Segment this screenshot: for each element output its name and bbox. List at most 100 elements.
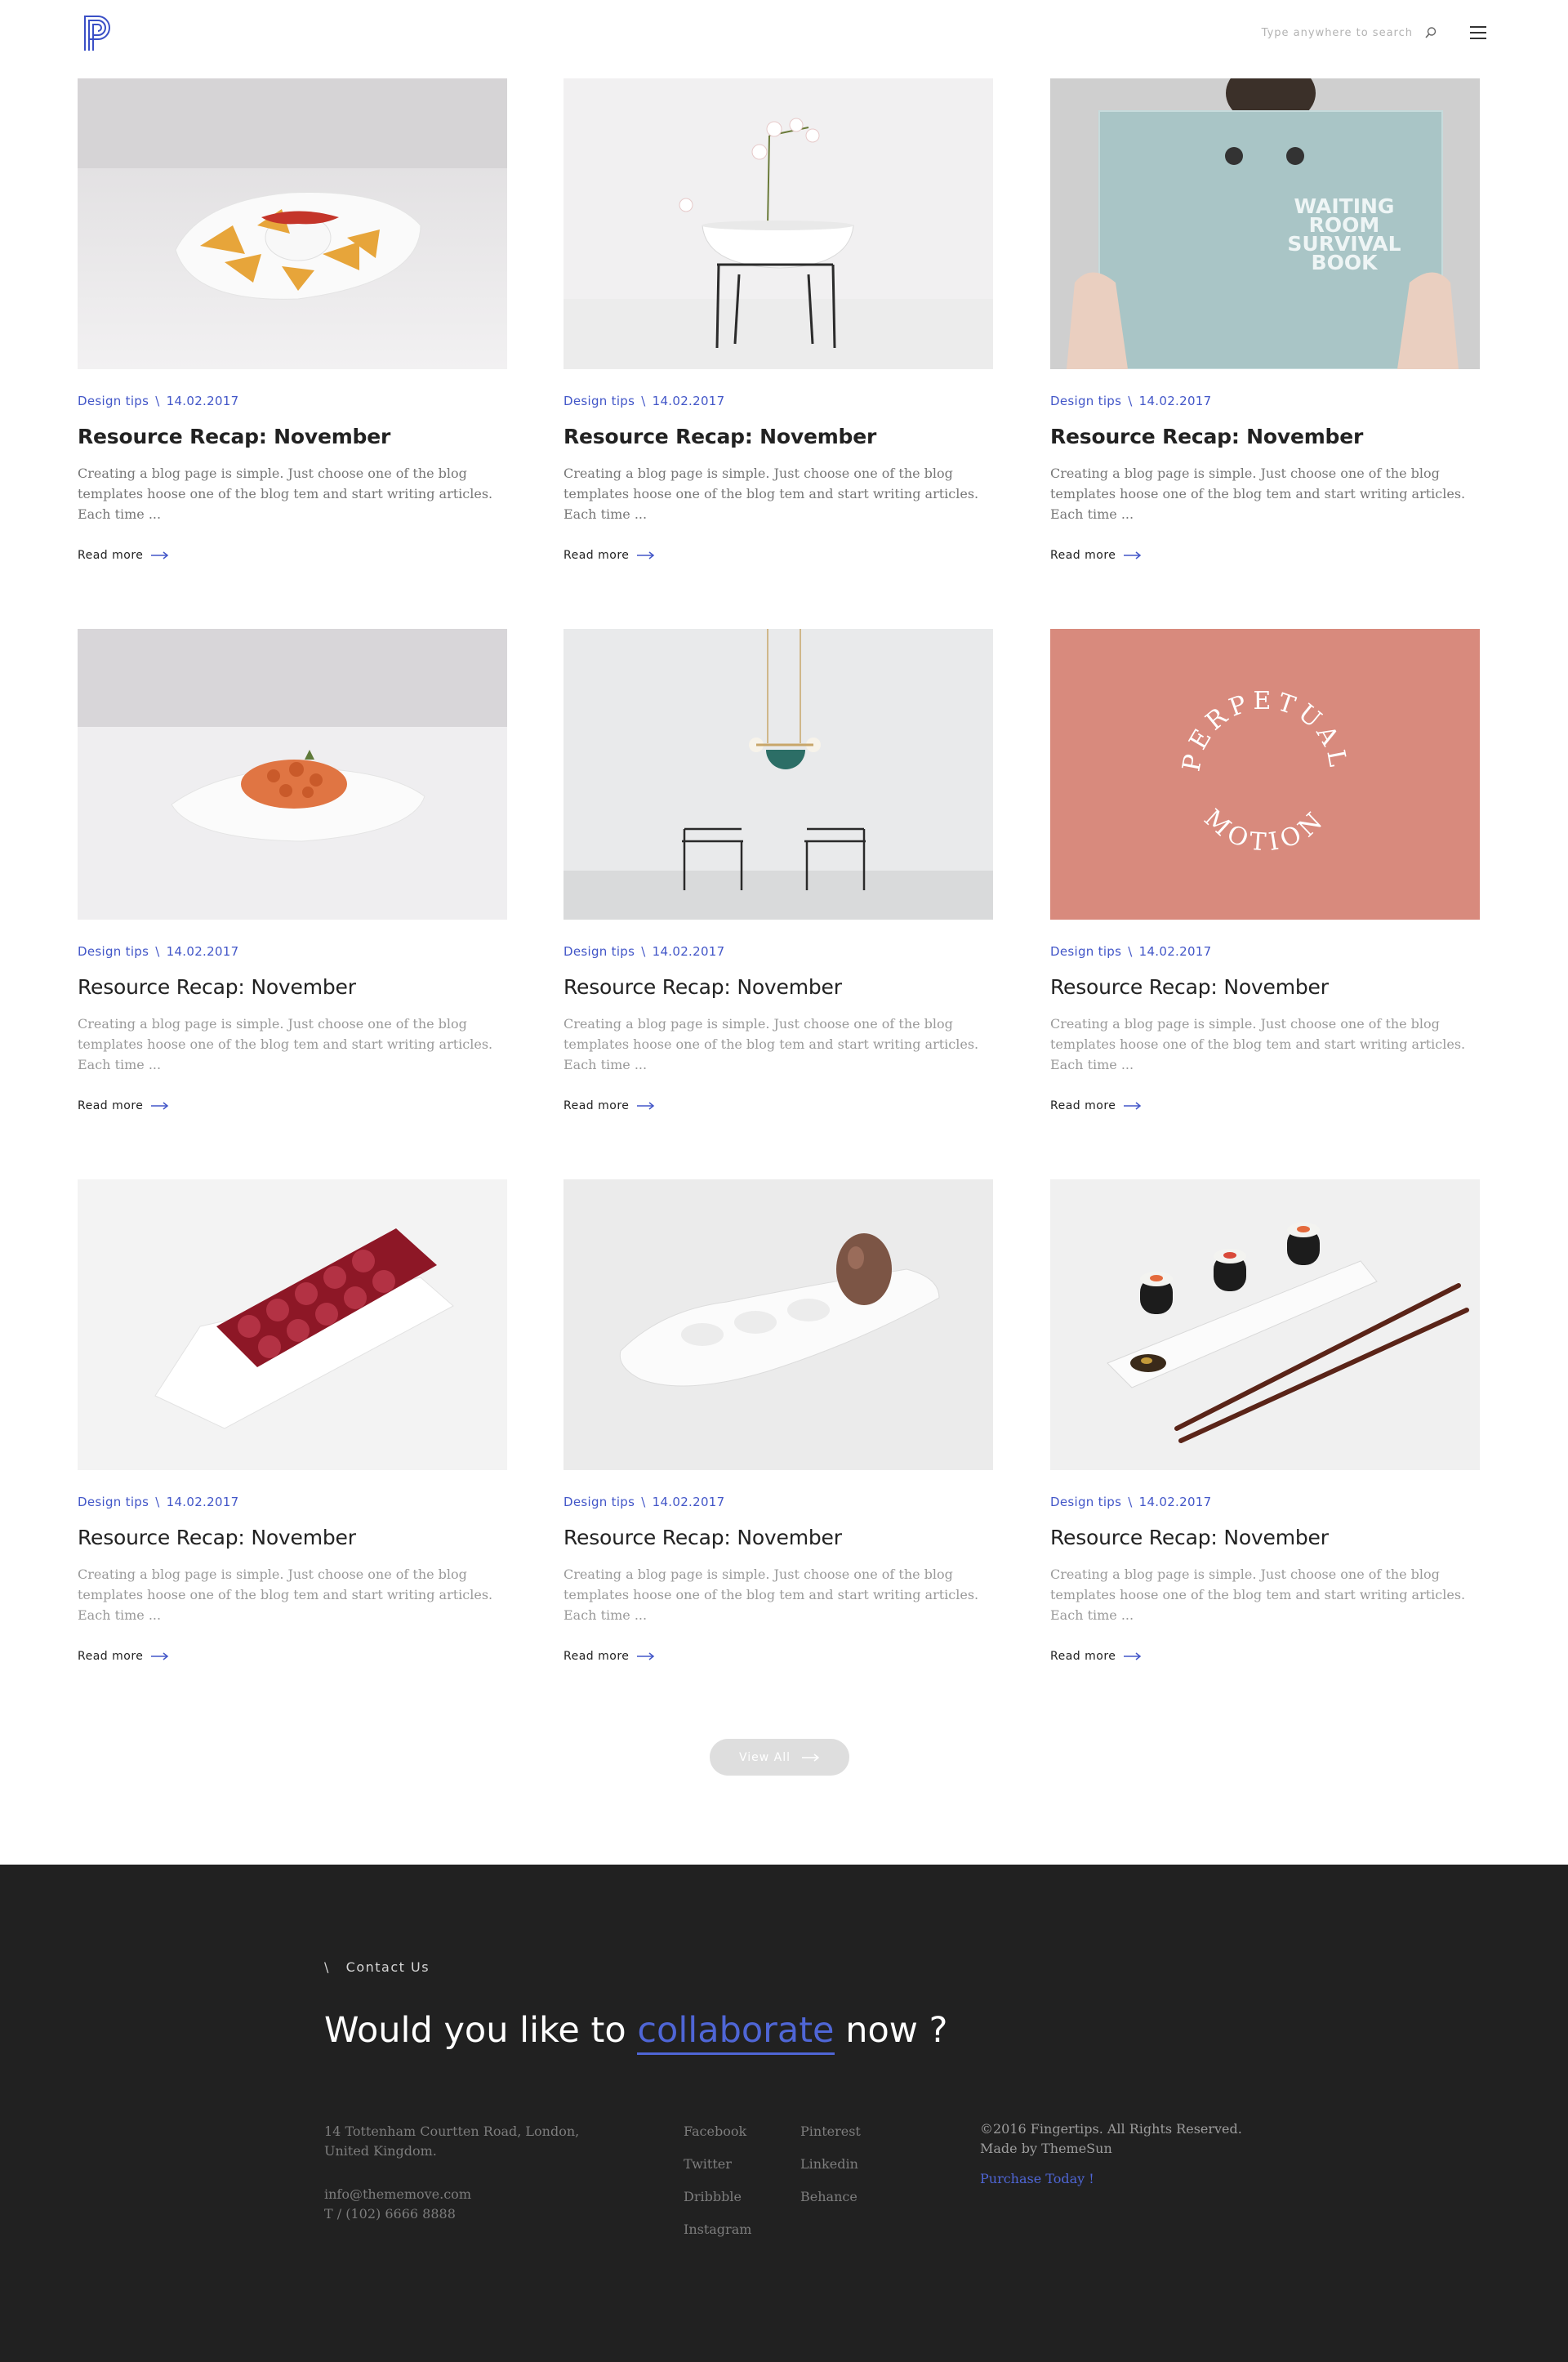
blog-card-image[interactable] xyxy=(78,1179,507,1470)
blog-card-image[interactable] xyxy=(78,629,507,920)
blog-card-category[interactable]: Design tips xyxy=(1050,944,1121,959)
read-more-label: Read more xyxy=(78,1099,144,1112)
meta-separator: \ xyxy=(155,394,160,408)
blog-card-image[interactable] xyxy=(564,629,993,920)
blog-card-date: 14.02.2017 xyxy=(652,944,725,959)
search-input[interactable] xyxy=(1225,26,1413,39)
read-more-label: Read more xyxy=(564,1099,630,1112)
social-links-right: Pinterest Linkedin Behance xyxy=(800,2122,861,2207)
blog-card-excerpt: Creating a blog page is simple. Just cho… xyxy=(564,466,979,522)
blog-card-date: 14.02.2017 xyxy=(652,394,725,408)
social-link-behance[interactable]: Behance xyxy=(800,2187,861,2207)
arrow-right-icon xyxy=(637,551,655,559)
contact-us-label: \ Contact Us xyxy=(324,1959,430,1975)
blog-card: Design tips \ 14.02.2017 Resource Recap:… xyxy=(564,78,993,563)
blog-card-title[interactable]: Resource Recap: November xyxy=(78,1526,507,1549)
blog-card-excerpt: Creating a blog page is simple. Just cho… xyxy=(564,1566,979,1623)
read-more-link[interactable]: Read more xyxy=(1050,1099,1142,1112)
brand-logo[interactable] xyxy=(82,13,113,52)
blog-card-title[interactable]: Resource Recap: November xyxy=(78,975,507,999)
read-more-label: Read more xyxy=(78,1650,144,1663)
social-link-linkedin[interactable]: Linkedin xyxy=(800,2155,861,2174)
footer-contact: info@thememove.com T / (102) 6666 8888 xyxy=(324,2185,471,2224)
blog-card-image[interactable] xyxy=(564,78,993,369)
blog-card: Design tips \ 14.02.2017 Resource Recap:… xyxy=(78,629,507,1113)
headline-text-after: now ? xyxy=(845,2010,948,2051)
meta-separator: \ xyxy=(155,1495,160,1509)
social-link-instagram[interactable]: Instagram xyxy=(684,2220,751,2239)
blog-card-image[interactable] xyxy=(78,78,507,369)
arrow-right-icon xyxy=(1124,1652,1142,1660)
arrow-right-icon xyxy=(802,1753,820,1762)
made-by-text: Made by ThemeSun xyxy=(980,2141,1112,2156)
blog-card-date: 14.02.2017 xyxy=(652,1495,725,1509)
meta-separator: \ xyxy=(1128,394,1133,408)
social-link-dribbble[interactable]: Dribbble xyxy=(684,2187,751,2207)
blog-card-date: 14.02.2017 xyxy=(166,394,239,408)
blog-card-category[interactable]: Design tips xyxy=(564,394,635,408)
read-more-label: Read more xyxy=(564,1650,630,1663)
blog-card: WAITING ROOM SURVIVAL BOOK Design tips \ 14… xyxy=(1050,78,1480,563)
blog-card-category[interactable]: Design tips xyxy=(78,1495,149,1509)
headline-text-before: Would you like to xyxy=(324,2010,626,2051)
blog-card: Design tips \ 14.02.2017 Resource Recap:… xyxy=(78,1179,507,1664)
blog-card-meta: Design tips \ 14.02.2017 xyxy=(564,944,993,959)
read-more-link[interactable]: Read more xyxy=(1050,1650,1142,1663)
read-more-link[interactable]: Read more xyxy=(78,1099,169,1112)
blog-card-meta: Design tips \ 14.02.2017 xyxy=(1050,1495,1480,1509)
social-link-pinterest[interactable]: Pinterest xyxy=(800,2122,861,2141)
read-more-link[interactable]: Read more xyxy=(1050,549,1142,562)
blog-card-title[interactable]: Resource Recap: November xyxy=(1050,425,1480,448)
blog-card-category[interactable]: Design tips xyxy=(564,944,635,959)
blog-card-excerpt: Creating a blog page is simple. Just cho… xyxy=(1050,1566,1466,1623)
blog-card-image[interactable] xyxy=(564,1179,993,1470)
blog-card-category[interactable]: Design tips xyxy=(1050,1495,1121,1509)
view-all-button[interactable]: View All xyxy=(710,1739,849,1776)
site-footer: \ Contact Us Would you like to collabora… xyxy=(0,1865,1568,2362)
social-link-twitter[interactable]: Twitter xyxy=(684,2155,751,2174)
social-link-facebook[interactable]: Facebook xyxy=(684,2122,751,2141)
blog-card: Design tips \ 14.02.2017 Resource Recap:… xyxy=(1050,1179,1480,1664)
footer-email[interactable]: info@thememove.com xyxy=(324,2185,471,2204)
hamburger-menu-icon[interactable] xyxy=(1470,26,1486,39)
read-more-link[interactable]: Read more xyxy=(78,1650,169,1663)
search-icon[interactable] xyxy=(1424,26,1437,39)
read-more-link[interactable]: Read more xyxy=(78,549,169,562)
blog-card-excerpt: Creating a blog page is simple. Just cho… xyxy=(564,1016,979,1072)
blog-card-category[interactable]: Design tips xyxy=(78,944,149,959)
blog-card: PERPETUAL MOTION Design tips \ 14.02.2017… xyxy=(1050,629,1480,1113)
blog-card-excerpt: Creating a blog page is simple. Just cho… xyxy=(78,466,493,522)
blog-card-title[interactable]: Resource Recap: November xyxy=(564,975,993,999)
meta-separator: \ xyxy=(1128,944,1133,959)
footer-address: 14 Tottenham Courtten Road, London, Unit… xyxy=(324,2124,580,2159)
blog-card-date: 14.02.2017 xyxy=(166,944,239,959)
read-more-link[interactable]: Read more xyxy=(564,549,655,562)
blog-card-excerpt: Creating a blog page is simple. Just cho… xyxy=(1050,466,1466,522)
blog-card-image[interactable]: WAITING ROOM SURVIVAL BOOK xyxy=(1050,78,1480,369)
blog-card-title[interactable]: Resource Recap: November xyxy=(78,425,507,448)
blog-card-title[interactable]: Resource Recap: November xyxy=(564,425,993,448)
read-more-label: Read more xyxy=(78,549,144,562)
social-links-left: Facebook Twitter Dribbble Instagram xyxy=(684,2122,751,2239)
blog-card-category[interactable]: Design tips xyxy=(564,1495,635,1509)
svg-text:BOOK: BOOK xyxy=(1312,251,1379,274)
blog-card-meta: Design tips \ 14.02.2017 xyxy=(78,394,507,408)
collaborate-link[interactable]: collaborate xyxy=(637,2010,835,2055)
blog-card: Design tips \ 14.02.2017 Resource Recap:… xyxy=(78,78,507,563)
blog-card-title[interactable]: Resource Recap: November xyxy=(1050,1526,1480,1549)
purchase-link[interactable]: Purchase Today ! xyxy=(980,2171,1094,2186)
blog-card-category[interactable]: Design tips xyxy=(78,394,149,408)
meta-separator: \ xyxy=(641,944,646,959)
blog-card-meta: Design tips \ 14.02.2017 xyxy=(564,394,993,408)
blog-card-date: 14.02.2017 xyxy=(1138,944,1212,959)
arrow-right-icon xyxy=(151,1652,169,1660)
read-more-link[interactable]: Read more xyxy=(564,1650,655,1663)
blog-card-title[interactable]: Resource Recap: November xyxy=(1050,975,1480,999)
blog-card-title[interactable]: Resource Recap: November xyxy=(564,1526,993,1549)
blog-card-image[interactable] xyxy=(1050,1179,1480,1470)
read-more-link[interactable]: Read more xyxy=(564,1099,655,1112)
blog-card-image[interactable]: PERPETUAL MOTION xyxy=(1050,629,1480,920)
blog-card-category[interactable]: Design tips xyxy=(1050,394,1121,408)
meta-separator: \ xyxy=(641,394,646,408)
footer-phone: T / (102) 6666 8888 xyxy=(324,2206,456,2222)
